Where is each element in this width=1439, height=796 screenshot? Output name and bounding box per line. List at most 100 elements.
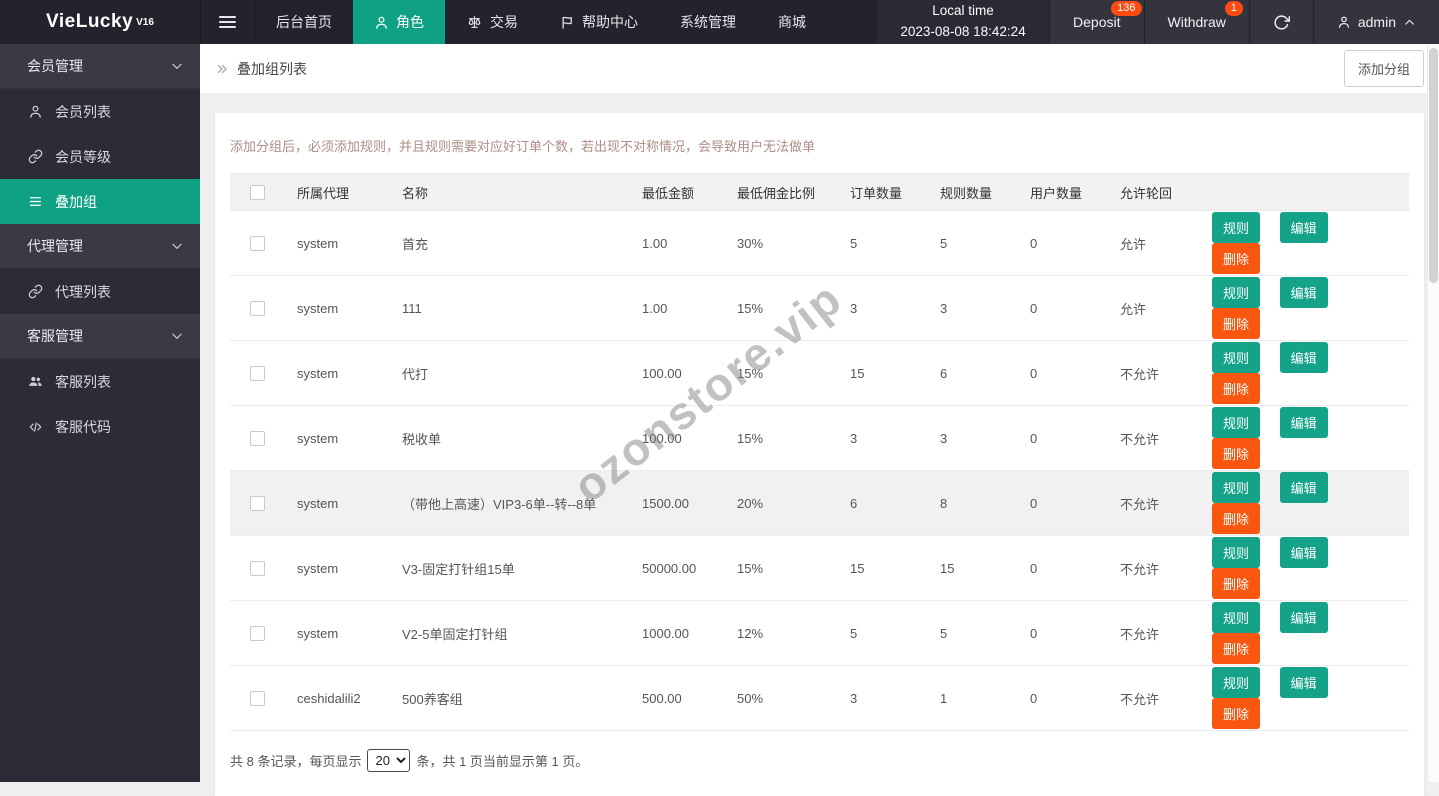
cell-allow-loop: 不允许 <box>1108 340 1200 406</box>
sidebar-group-agent[interactable]: 代理管理 <box>0 224 200 269</box>
pagination-text-after: 条，共 1 页当前显示第 1 页。 <box>416 754 589 769</box>
col-header-allow-loop: 允许轮回 <box>1108 173 1200 211</box>
col-header-name: 名称 <box>390 173 630 211</box>
chevron-down-icon <box>170 239 184 253</box>
sidebar-item-member-list[interactable]: 会员列表 <box>0 89 200 134</box>
cell-min-commission: 30% <box>725 210 838 276</box>
rule-button[interactable]: 规则 <box>1212 212 1261 243</box>
delete-button[interactable]: 删除 <box>1212 243 1261 274</box>
sidebar-item-member-list-label: 会员列表 <box>55 103 111 120</box>
withdraw-badge: 1 <box>1224 1 1243 16</box>
row-checkbox[interactable] <box>250 495 265 511</box>
delete-button[interactable]: 删除 <box>1212 373 1261 404</box>
col-header-order-count: 订单数量 <box>838 173 928 211</box>
rule-button[interactable]: 规则 <box>1212 472 1261 503</box>
cell-min-amount: 1500.00 <box>630 470 725 536</box>
col-header-rule-count: 规则数量 <box>928 173 1018 211</box>
sidebar-item-stack-group[interactable]: 叠加组 <box>0 179 200 224</box>
nav-item-mall[interactable]: 商城 <box>757 0 827 44</box>
rule-button[interactable]: 规则 <box>1212 667 1261 698</box>
row-checkbox[interactable] <box>250 690 265 706</box>
cell-min-amount: 100.00 <box>630 340 725 406</box>
scrollbar-thumb[interactable] <box>1429 48 1438 283</box>
chevron-down-icon <box>170 329 184 343</box>
sidebar-group-agent-label: 代理管理 <box>27 238 83 254</box>
deposit-label: Deposit <box>1073 14 1121 30</box>
rule-button[interactable]: 规则 <box>1212 277 1261 308</box>
row-checkbox[interactable] <box>250 365 265 381</box>
sidebar-item-service-code[interactable]: 客服代码 <box>0 404 200 449</box>
row-checkbox[interactable] <box>250 560 265 576</box>
nav-item-role[interactable]: 角色 <box>353 0 445 44</box>
pagination-bar: 共 8 条记录，每页显示 20 条，共 1 页当前显示第 1 页。 <box>230 749 1409 772</box>
edit-button[interactable]: 编辑 <box>1279 342 1328 373</box>
sidebar: 会员管理 会员列表 会员等级 叠加组 代理管理 代理列表 客服管理 客服列表 客… <box>0 44 200 782</box>
select-all-checkbox[interactable] <box>250 184 265 200</box>
sidebar-item-agent-list[interactable]: 代理列表 <box>0 269 200 314</box>
cell-rule-count: 1 <box>928 665 1018 731</box>
cell-name: V3-固定打针组15单 <box>390 535 630 601</box>
nav-item-mall-label: 商城 <box>778 14 806 30</box>
cell-agent: ceshidalili2 <box>285 665 390 731</box>
nav-item-home[interactable]: 后台首页 <box>255 0 353 44</box>
row-checkbox[interactable] <box>250 430 265 446</box>
delete-button[interactable]: 删除 <box>1212 633 1261 664</box>
edit-button[interactable]: 编辑 <box>1279 472 1328 503</box>
cell-min-commission: 50% <box>725 665 838 731</box>
sidebar-item-service-code-label: 客服代码 <box>55 418 111 435</box>
nav-item-trade[interactable]: 交易 <box>445 0 539 44</box>
edit-button[interactable]: 编辑 <box>1279 537 1328 568</box>
stack-group-card: 添加分组后，必须添加规则，并且规则需要对应好订单个数，若出现不对称情况，会导致用… <box>215 113 1424 796</box>
edit-button[interactable]: 编辑 <box>1279 407 1328 438</box>
nav-item-home-label: 后台首页 <box>276 14 332 30</box>
edit-button[interactable]: 编辑 <box>1279 667 1328 698</box>
rule-button[interactable]: 规则 <box>1212 602 1261 633</box>
navbar-spacer <box>827 0 877 44</box>
cell-min-amount: 1000.00 <box>630 600 725 666</box>
row-checkbox[interactable] <box>250 625 265 641</box>
cell-user-count: 0 <box>1018 405 1108 471</box>
cell-order-count: 3 <box>838 405 928 471</box>
sidebar-group-service[interactable]: 客服管理 <box>0 314 200 359</box>
link-icon <box>27 149 44 164</box>
cell-min-commission: 20% <box>725 470 838 536</box>
row-checkbox[interactable] <box>250 300 265 316</box>
sidebar-group-member[interactable]: 会员管理 <box>0 44 200 89</box>
rule-button[interactable]: 规则 <box>1212 537 1261 568</box>
delete-button[interactable]: 删除 <box>1212 308 1261 339</box>
cell-allow-loop: 不允许 <box>1108 665 1200 731</box>
cell-allow-loop: 不允许 <box>1108 405 1200 471</box>
page-topbar: 叠加组列表 添加分组 <box>200 44 1439 93</box>
withdraw-button[interactable]: Withdraw 1 <box>1143 0 1249 44</box>
edit-button[interactable]: 编辑 <box>1279 602 1328 633</box>
cell-order-count: 3 <box>838 275 928 341</box>
add-group-button[interactable]: 添加分组 <box>1343 50 1424 87</box>
edit-button[interactable]: 编辑 <box>1279 212 1328 243</box>
app-logo: VieLucky V16 <box>0 0 200 44</box>
nav-item-help-label: 帮助中心 <box>582 14 638 30</box>
user-name: admin <box>1357 14 1396 30</box>
nav-item-trade-label: 交易 <box>490 14 518 30</box>
vertical-scrollbar[interactable] <box>1427 44 1439 782</box>
delete-button[interactable]: 删除 <box>1212 698 1261 729</box>
nav-item-help[interactable]: 帮助中心 <box>539 0 659 44</box>
rule-button[interactable]: 规则 <box>1212 407 1261 438</box>
sidebar-toggle-button[interactable] <box>200 0 255 44</box>
row-checkbox[interactable] <box>250 235 265 251</box>
delete-button[interactable]: 删除 <box>1212 503 1261 534</box>
breadcrumb: 叠加组列表 <box>215 59 307 79</box>
sidebar-item-service-list[interactable]: 客服列表 <box>0 359 200 404</box>
cell-user-count: 0 <box>1018 470 1108 536</box>
page-size-select[interactable]: 20 <box>367 749 411 772</box>
delete-button[interactable]: 删除 <box>1212 568 1261 599</box>
refresh-button[interactable] <box>1248 0 1313 44</box>
cell-agent: system <box>285 340 390 406</box>
deposit-button[interactable]: Deposit 136 <box>1049 0 1144 44</box>
stack-group-table: 所属代理 名称 最低金额 最低佣金比例 订单数量 规则数量 用户数量 允许轮回 <box>230 173 1409 731</box>
nav-item-system[interactable]: 系统管理 <box>659 0 757 44</box>
delete-button[interactable]: 删除 <box>1212 438 1261 469</box>
edit-button[interactable]: 编辑 <box>1279 277 1328 308</box>
user-menu[interactable]: admin <box>1312 0 1439 44</box>
rule-button[interactable]: 规则 <box>1212 342 1261 373</box>
sidebar-item-member-level[interactable]: 会员等级 <box>0 134 200 179</box>
